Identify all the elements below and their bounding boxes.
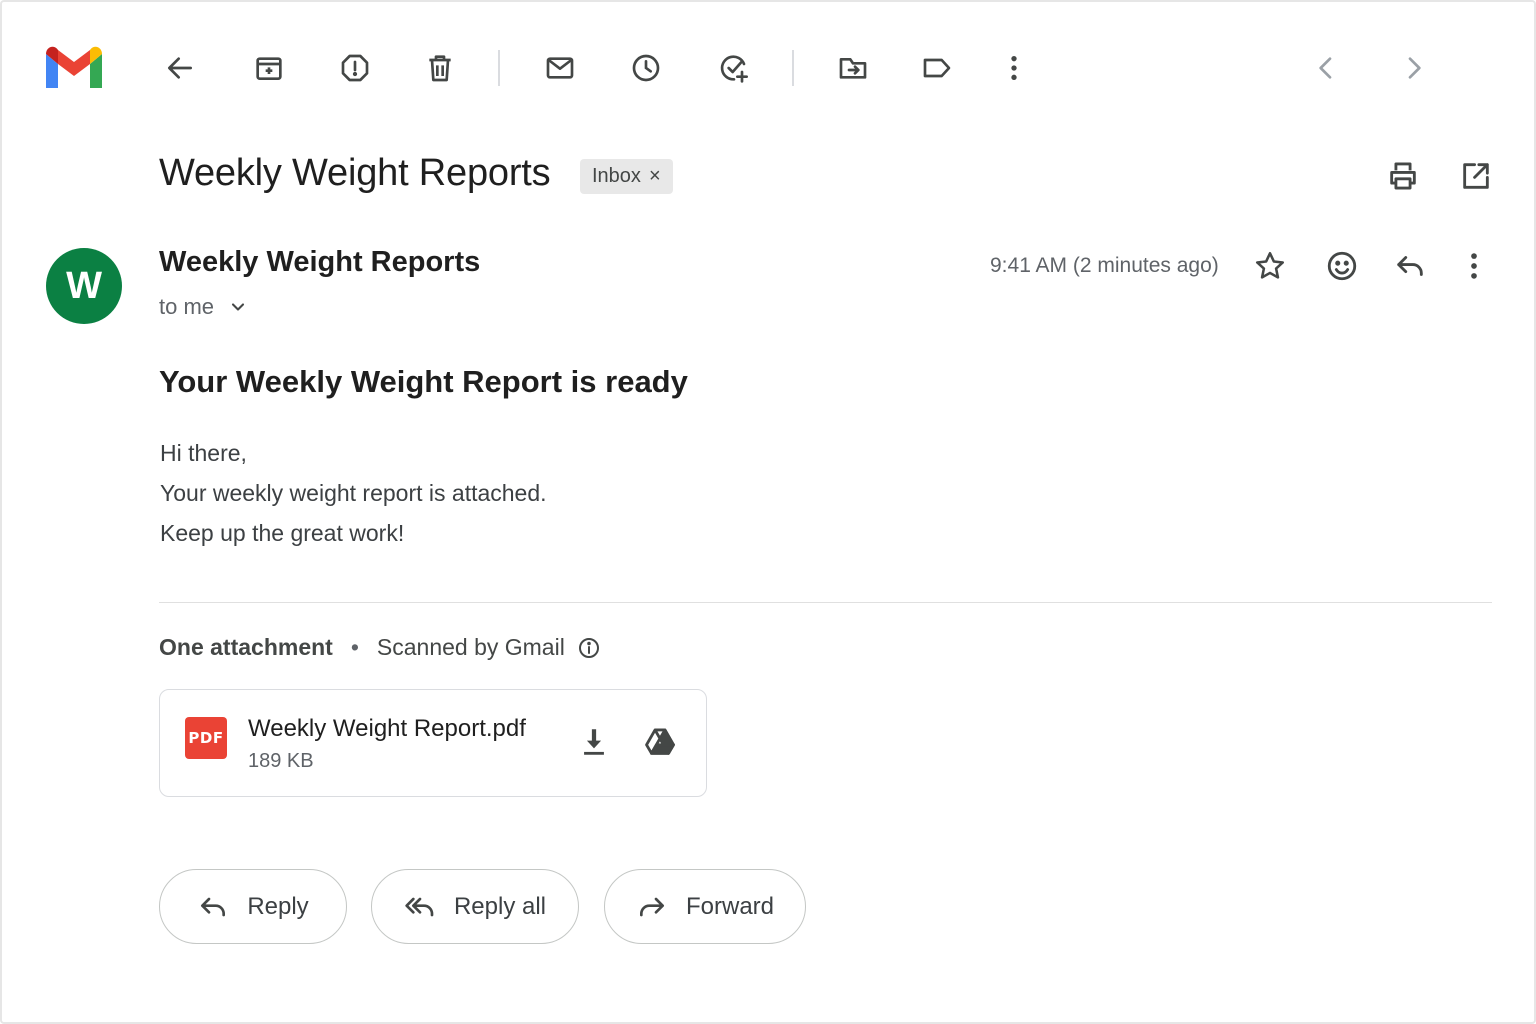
reply-button[interactable]: Reply [159, 869, 347, 944]
task-add-icon [720, 55, 748, 83]
toolbar [2, 2, 1534, 132]
message-body-line: Your weekly weight report is attached. [160, 480, 547, 506]
attachment-size: 189 KB [248, 750, 314, 772]
message-body-line: Hi there, [160, 440, 247, 466]
thread-subject: Weekly Weight Reports [159, 152, 551, 194]
reply-all-label: Reply all [453, 892, 547, 920]
report-spam-icon [341, 54, 369, 82]
attachments-header: One attachment • Scanned by Gmail [159, 634, 601, 661]
chevron-left-icon [1319, 57, 1332, 79]
envelope-icon [546, 57, 574, 79]
report-spam-button[interactable] [331, 44, 379, 92]
open-in-new-icon [1463, 163, 1489, 189]
attachment-card[interactable]: PDF Weekly Weight Report.pdf 189 KB [159, 689, 707, 797]
delete-button[interactable] [416, 44, 464, 92]
snooze-button[interactable] [622, 44, 670, 92]
gmail-logo[interactable] [42, 42, 106, 92]
message-timestamp: 9:41 AM (2 minutes ago) [990, 254, 1219, 277]
info-icon[interactable] [577, 636, 601, 660]
more-button[interactable] [990, 44, 1038, 92]
email-view: Weekly Weight Reports Inbox × W Weekly W… [0, 0, 1536, 1024]
label-chip-inbox[interactable]: Inbox × [580, 159, 673, 194]
chevron-down-icon [231, 303, 245, 311]
toolbar-divider [792, 50, 794, 86]
trash-icon [429, 55, 451, 82]
reply-icon [201, 897, 226, 916]
print-all-button[interactable] [1379, 152, 1427, 200]
print-icon [1390, 162, 1416, 190]
open-in-new-window-button[interactable] [1452, 152, 1500, 200]
scanned-label: Scanned by Gmail [376, 634, 565, 660]
reply-all-icon [405, 897, 434, 916]
reply-icon-button[interactable] [1386, 242, 1434, 290]
archive-button[interactable] [245, 44, 293, 92]
clock-icon [632, 54, 660, 82]
chevron-right-icon [1408, 57, 1421, 79]
reply-all-button[interactable]: Reply all [371, 869, 579, 944]
archive-icon [256, 57, 282, 80]
add-reaction-button[interactable] [1318, 242, 1366, 290]
attachment-name: Weekly Weight Report.pdf [248, 715, 526, 742]
avatar: W [46, 248, 122, 324]
star-button[interactable] [1246, 242, 1294, 290]
arrow-left-icon [168, 57, 192, 79]
move-to-button[interactable] [829, 44, 877, 92]
message-body-line: Keep up the great work! [160, 520, 405, 546]
save-to-drive-button[interactable] [638, 720, 682, 764]
star-icon [1255, 251, 1285, 279]
toolbar-divider [498, 50, 500, 86]
forward-button[interactable]: Forward [604, 869, 806, 944]
attachments-divider [159, 602, 1492, 603]
download-icon [584, 729, 604, 755]
add-to-tasks-button[interactable] [710, 44, 758, 92]
message-more-button[interactable] [1450, 242, 1498, 290]
labels-button[interactable] [913, 44, 961, 92]
more-vert-icon [1471, 253, 1477, 279]
recipients-label: to me [159, 294, 215, 319]
remove-label-button[interactable]: × [649, 165, 661, 188]
older-button[interactable] [1390, 44, 1438, 92]
back-button[interactable] [156, 44, 204, 92]
emoji-icon [1327, 251, 1357, 281]
attachment-count: One attachment [159, 634, 333, 660]
reply-label: Reply [247, 892, 309, 920]
recipients-toggle[interactable]: to me [159, 294, 248, 320]
message-body-title: Your Weekly Weight Report is ready [159, 364, 688, 399]
label-chip-text: Inbox [592, 165, 641, 187]
separator-dot: • [350, 634, 359, 660]
folder-move-icon [839, 58, 867, 79]
reply-icon [1397, 256, 1423, 276]
pdf-icon: PDF [185, 717, 227, 759]
more-vert-icon [1011, 56, 1017, 80]
mark-unread-button[interactable] [536, 44, 584, 92]
sender-name[interactable]: Weekly Weight Reports [159, 246, 480, 279]
forward-icon [639, 897, 664, 916]
label-icon [923, 58, 951, 78]
drive-icon [645, 728, 675, 755]
download-button[interactable] [572, 720, 616, 764]
forward-label: Forward [685, 892, 775, 920]
newer-button[interactable] [1302, 44, 1350, 92]
